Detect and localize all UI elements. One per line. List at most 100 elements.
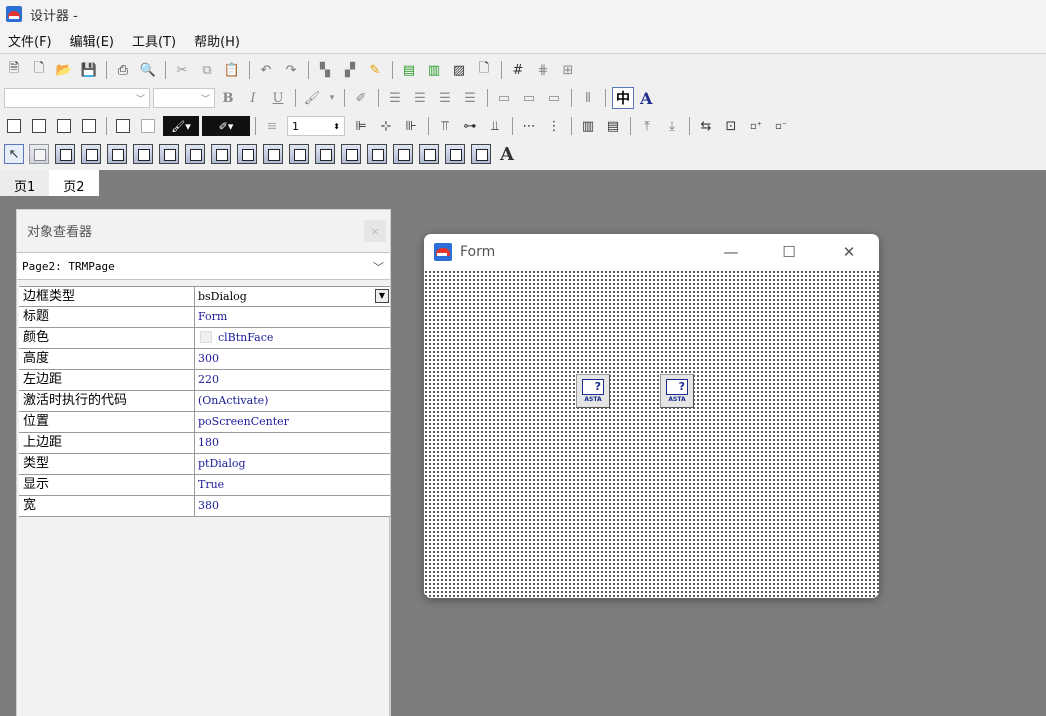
asta-query-component-icon[interactable] bbox=[55, 144, 75, 164]
line-style-icon[interactable]: ≡ bbox=[262, 116, 282, 136]
align-top-edges-icon[interactable]: ⫪ bbox=[435, 116, 455, 136]
property-row[interactable]: 颜色 clBtnFace bbox=[19, 328, 390, 349]
property-row[interactable]: 激活时执行的代码 (OnActivate) bbox=[19, 391, 390, 412]
space-horizontally-icon[interactable]: ⋯ bbox=[519, 116, 539, 136]
sql-component-icon[interactable] bbox=[29, 144, 49, 164]
tab-page-2[interactable]: 页2 bbox=[49, 170, 99, 196]
ok-button-component-icon[interactable] bbox=[419, 144, 439, 164]
minimize-button[interactable]: — bbox=[721, 243, 741, 261]
bring-front-icon[interactable]: ▚ bbox=[315, 60, 335, 80]
color-brush-icon[interactable]: ✎ bbox=[365, 60, 385, 80]
align-right-edges-icon[interactable]: ⊪ bbox=[401, 116, 421, 136]
send-backward-icon[interactable]: ⤓ bbox=[662, 116, 682, 136]
increase-spacing-icon[interactable]: ▫⁺ bbox=[746, 116, 766, 136]
frame-color-picker[interactable]: ✐▾ bbox=[202, 116, 250, 136]
new-file-icon[interactable]: 🗋 bbox=[29, 60, 49, 80]
property-row[interactable]: 标题 Form bbox=[19, 307, 390, 328]
report-icon[interactable]: 🗎 bbox=[4, 60, 24, 80]
table-icon[interactable]: ⊞ bbox=[558, 60, 578, 80]
valign-top-icon[interactable]: ▭ bbox=[494, 88, 514, 108]
frame-shadow-icon[interactable] bbox=[138, 116, 158, 136]
ado-dataset-component-icon[interactable] bbox=[211, 144, 231, 164]
ado-query-component-icon[interactable] bbox=[159, 144, 179, 164]
property-row[interactable]: 位置 poScreenCenter bbox=[19, 412, 390, 433]
dataset-component-icon[interactable] bbox=[133, 144, 153, 164]
preview-icon[interactable]: 🔍 bbox=[138, 60, 158, 80]
ado-table-component-icon[interactable] bbox=[185, 144, 205, 164]
valign-middle-icon[interactable]: ▭ bbox=[519, 88, 539, 108]
tab-page-1[interactable]: 页1 bbox=[0, 170, 50, 196]
align-horizontal-centers-icon[interactable]: ⊹ bbox=[376, 116, 396, 136]
frame-top-icon[interactable] bbox=[29, 116, 49, 136]
align-grid-icon[interactable]: ⋕ bbox=[533, 60, 553, 80]
save-icon[interactable]: 💾 bbox=[79, 60, 99, 80]
print-icon[interactable]: ⎙ bbox=[113, 60, 133, 80]
data-grid-component-icon[interactable] bbox=[107, 144, 127, 164]
font-name-combo[interactable]: ﹀ bbox=[4, 88, 150, 108]
align-center-icon[interactable]: ☰ bbox=[410, 88, 430, 108]
list-component-icon[interactable] bbox=[263, 144, 283, 164]
decrease-spacing-icon[interactable]: ▫⁻ bbox=[771, 116, 791, 136]
property-value[interactable]: 380 bbox=[195, 496, 390, 516]
font-dialog-button[interactable]: A bbox=[640, 89, 652, 108]
same-width-icon[interactable]: ▤ bbox=[603, 116, 623, 136]
object-selector-dropdown[interactable]: Page2: TRMPage ﹀ bbox=[17, 252, 390, 280]
fill-color-dropdown-icon[interactable]: ▾ bbox=[327, 88, 337, 108]
line-width-spinner[interactable]: 1 ⬍ bbox=[287, 116, 345, 136]
blank-page-icon[interactable]: 🗋 bbox=[474, 60, 494, 80]
space-vertically-icon[interactable]: ⋮ bbox=[544, 116, 564, 136]
same-height-icon[interactable]: ▥ bbox=[578, 116, 598, 136]
page-header-icon[interactable]: ▤ bbox=[399, 60, 419, 80]
undo-icon[interactable]: ↶ bbox=[256, 60, 276, 80]
tab-control-component-icon[interactable] bbox=[289, 144, 309, 164]
tab-order-icon[interactable]: ⇆ bbox=[696, 116, 716, 136]
font-size-combo[interactable]: ﹀ bbox=[153, 88, 215, 108]
property-value[interactable]: True bbox=[195, 475, 390, 495]
property-row[interactable]: 显示 True bbox=[19, 475, 390, 496]
group-box-component-icon[interactable] bbox=[341, 144, 361, 164]
bring-forward-icon[interactable]: ⤒ bbox=[637, 116, 657, 136]
cut-icon[interactable]: ✂ bbox=[172, 60, 192, 80]
memo-component-icon[interactable] bbox=[445, 144, 465, 164]
asta-query-component[interactable]: ? ASTA bbox=[660, 374, 694, 408]
maximize-button[interactable]: ☐ bbox=[779, 243, 799, 261]
query-component-icon[interactable] bbox=[81, 144, 101, 164]
menu-file[interactable]: 文件(F) bbox=[8, 31, 52, 50]
valign-bottom-icon[interactable]: ▭ bbox=[544, 88, 564, 108]
frame-left-icon[interactable] bbox=[79, 116, 99, 136]
property-value[interactable]: 180 bbox=[195, 433, 390, 453]
property-value[interactable]: clBtnFace bbox=[195, 328, 390, 348]
align-justify-icon[interactable]: ☰ bbox=[460, 88, 480, 108]
frame-all-icon[interactable] bbox=[4, 116, 24, 136]
frame-none-icon[interactable] bbox=[113, 116, 133, 136]
align-vertical-centers-icon[interactable]: ⊶ bbox=[460, 116, 480, 136]
fill-color-icon[interactable]: 🖌 bbox=[302, 88, 322, 108]
text-rotate-icon[interactable]: ⫴ bbox=[578, 88, 598, 108]
property-value[interactable]: ptDialog bbox=[195, 454, 390, 474]
menu-tools[interactable]: 工具(T) bbox=[132, 31, 176, 50]
property-row[interactable]: 宽 380 bbox=[19, 496, 390, 517]
property-row[interactable]: 左边距 220 bbox=[19, 370, 390, 391]
label-component-icon[interactable]: A bbox=[497, 144, 517, 165]
bold-button[interactable]: B bbox=[218, 88, 238, 108]
font-color-icon[interactable]: ✐ bbox=[351, 88, 371, 108]
paste-icon[interactable]: 📋 bbox=[222, 60, 242, 80]
property-row[interactable]: 类型 ptDialog bbox=[19, 454, 390, 475]
property-value[interactable]: 300 bbox=[195, 349, 390, 369]
checkbox-component-icon[interactable] bbox=[393, 144, 413, 164]
db-navigator-component-icon[interactable] bbox=[237, 144, 257, 164]
align-left-icon[interactable]: ☰ bbox=[385, 88, 405, 108]
chinese-format-button[interactable]: 中 bbox=[612, 87, 634, 109]
background-color-picker[interactable]: 🖌▾ bbox=[163, 116, 199, 136]
align-right-icon[interactable]: ☰ bbox=[435, 88, 455, 108]
menu-edit[interactable]: 编辑(E) bbox=[70, 31, 114, 50]
property-row[interactable]: 上边距 180 bbox=[19, 433, 390, 454]
align-left-edges-icon[interactable]: ⊫ bbox=[351, 116, 371, 136]
edit-component-icon[interactable] bbox=[471, 144, 491, 164]
dropdown-arrow-icon[interactable]: ▼ bbox=[375, 289, 389, 303]
select-arrow-icon[interactable]: ↖ bbox=[4, 144, 24, 164]
asta-query-component[interactable]: ? ASTA bbox=[576, 374, 610, 408]
align-bottom-edges-icon[interactable]: ⫫ bbox=[485, 116, 505, 136]
property-value[interactable]: poScreenCenter bbox=[195, 412, 390, 432]
property-value[interactable]: bsDialog ▼ bbox=[195, 286, 390, 306]
